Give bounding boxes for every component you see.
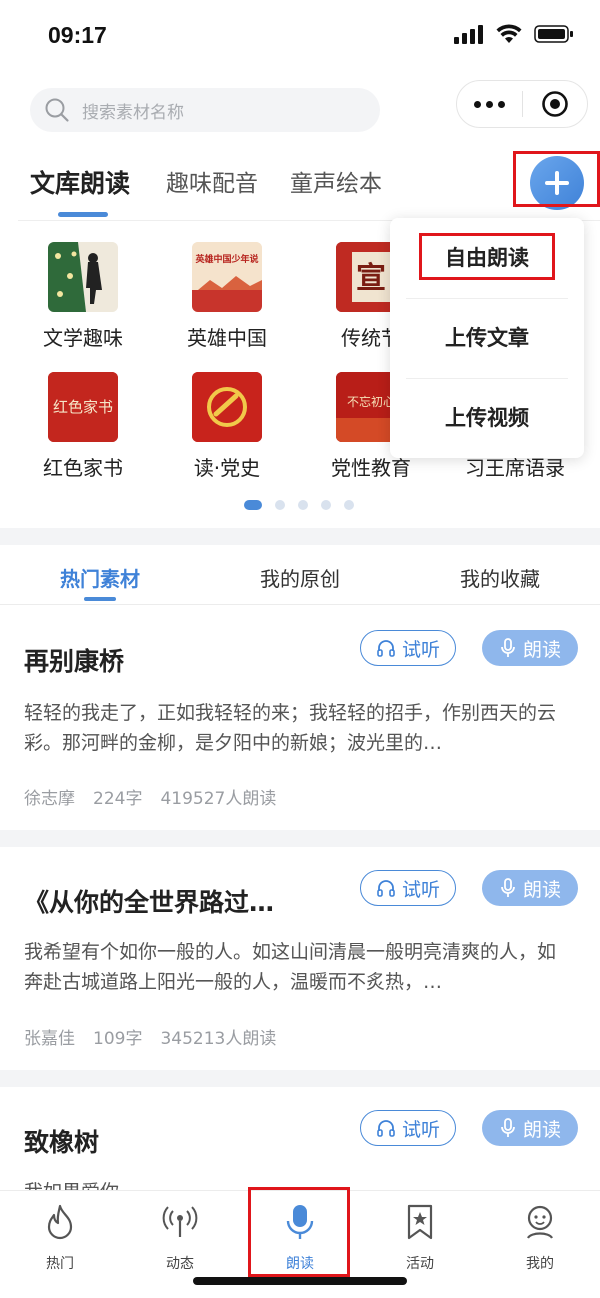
listen-label: 试听 (401, 878, 440, 901)
microphone-icon (501, 1118, 515, 1137)
target-close-icon (542, 91, 568, 117)
category-heroes-china[interactable]: 英雄中国少年说 英雄中国 (157, 242, 297, 351)
search-icon (45, 98, 69, 122)
miniprogram-capsule (456, 80, 588, 128)
page-dot[interactable] (321, 500, 331, 510)
material-meta: 张嘉佳 109字 345213人朗读 (24, 1024, 294, 1049)
listen-label: 试听 (401, 1118, 440, 1141)
material-title: 再别康桥 (24, 647, 125, 676)
category-literature[interactable]: 文学趣味 (13, 242, 153, 351)
headphones-icon (377, 880, 395, 897)
read-count: 345213人朗读 (160, 1029, 277, 1049)
tabbar-label: 活动 (406, 1256, 434, 1272)
tabbar-label: 热门 (46, 1256, 74, 1272)
tabbar-me[interactable]: 我的 (480, 1203, 600, 1273)
category-thumbnail (48, 242, 118, 312)
read-button[interactable]: 朗读 (482, 870, 578, 906)
material-meta: 徐志摩 224字 419527人朗读 (24, 784, 294, 809)
cellular-signal-icon (454, 25, 483, 44)
carousel-pagination (244, 500, 354, 510)
highlight-box-free-reading (419, 233, 555, 280)
category-label: 读·党史 (193, 456, 261, 480)
tab-fun-dubbing[interactable]: 趣味配音 (166, 164, 258, 198)
tabbar-hot[interactable]: 热门 (0, 1203, 120, 1273)
tabbar-events[interactable]: 活动 (360, 1203, 480, 1273)
material-excerpt: 轻轻的我走了，正如我轻轻的来；我轻轻的招手，作别西天的云彩。那河畔的金柳，是夕阳… (24, 702, 557, 754)
more-options-button[interactable] (457, 100, 522, 108)
category-thumbnail: 红色家书 (48, 372, 118, 442)
highlight-box-add-button (513, 151, 600, 207)
read-label: 朗读 (522, 878, 561, 901)
listen-button[interactable]: 试听 (360, 870, 456, 906)
category-label: 文学趣味 (43, 326, 123, 350)
read-button[interactable]: 朗读 (482, 1110, 578, 1146)
category-party-history[interactable]: 读·党史 (157, 372, 297, 481)
status-time: 09:17 (48, 22, 107, 48)
category-red-family-letters[interactable]: 红色家书 红色家书 (13, 372, 153, 481)
close-miniprogram-button[interactable] (523, 90, 587, 118)
material-title: 致橡树 (24, 1128, 100, 1157)
status-bar: 09:17 (0, 0, 600, 80)
broadcast-icon (162, 1206, 198, 1237)
word-count: 224字 (93, 789, 143, 809)
author: 张嘉佳 (24, 1029, 75, 1049)
more-dots-icon (474, 100, 481, 108)
home-indicator (193, 1277, 407, 1285)
battery-icon (534, 25, 573, 43)
microphone-icon (501, 638, 515, 657)
thumb-text: 英雄中国少年说 (194, 253, 258, 265)
thumb-text: 红色家书 (53, 398, 113, 416)
top-tabs: 文库朗读 趣味配音 童声绘本 (0, 150, 600, 220)
menu-item-upload-video[interactable]: 上传视频 (390, 378, 584, 458)
search-placeholder: 搜索素材名称 (82, 102, 184, 123)
category-thumbnail: 英雄中国少年说 (192, 242, 262, 312)
category-thumbnail (192, 372, 262, 442)
read-label: 朗读 (522, 1118, 561, 1141)
listen-button[interactable]: 试听 (360, 1110, 456, 1146)
microphone-icon (501, 878, 515, 897)
headphones-icon (377, 640, 395, 657)
tab-my-originals[interactable]: 我的原创 (230, 563, 370, 592)
word-count: 109字 (93, 1029, 143, 1049)
user-face-icon (527, 1205, 553, 1239)
material-excerpt: 我希望有个如你一般的人。如这山间清晨一般明亮清爽的人，如奔赴古城道路上阳光一般的… (24, 941, 557, 993)
bookmark-star-icon (407, 1204, 433, 1240)
active-tab-indicator (58, 212, 108, 217)
material-card[interactable]: 《从你的全世界路过… 试听 朗读 我希望有个如你一般的人。如这山间清晨一般明亮清… (0, 847, 600, 1070)
flame-icon (47, 1204, 73, 1240)
read-button[interactable]: 朗读 (482, 630, 578, 666)
headphones-icon (377, 1120, 395, 1137)
wifi-icon (496, 24, 522, 43)
listen-label: 试听 (401, 638, 440, 661)
material-card[interactable]: 致橡树 试听 朗读 我如果爱你—— (0, 1087, 600, 1190)
status-icons (454, 24, 574, 44)
tab-library-reading[interactable]: 文库朗读 (30, 164, 130, 200)
thumb-text: 不忘初心 (347, 394, 395, 409)
author: 徐志摩 (24, 789, 75, 809)
thumb-text: 宣 (356, 261, 386, 296)
sub-tab-indicator (84, 597, 116, 601)
page-dot[interactable] (275, 500, 285, 510)
tab-kids-picture-books[interactable]: 童声绘本 (290, 164, 382, 198)
highlight-box-read-tab (248, 1187, 350, 1277)
material-card[interactable]: 再别康桥 试听 朗读 轻轻的我走了，正如我轻轻的来；我轻轻的招手，作别西天的云彩… (0, 606, 600, 830)
search-input[interactable]: 搜索素材名称 (30, 88, 380, 132)
page-dot-active[interactable] (244, 500, 262, 510)
listen-button[interactable]: 试听 (360, 630, 456, 666)
material-title: 《从你的全世界路过… (24, 888, 275, 917)
tabbar-activity-feed[interactable]: 动态 (120, 1203, 240, 1273)
tabbar-label: 我的 (526, 1256, 554, 1272)
menu-item-upload-article[interactable]: 上传文章 (390, 298, 584, 378)
tab-hot-materials[interactable]: 热门素材 (30, 563, 170, 592)
read-count: 419527人朗读 (160, 789, 277, 809)
tab-my-favorites[interactable]: 我的收藏 (430, 563, 570, 592)
page-dot[interactable] (344, 500, 354, 510)
page-dot[interactable] (298, 500, 308, 510)
category-label: 红色家书 (43, 456, 123, 480)
tabbar-label: 动态 (166, 1256, 194, 1272)
material-tabs: 热门素材 我的原创 我的收藏 (0, 545, 600, 605)
read-label: 朗读 (522, 638, 561, 661)
category-label: 英雄中国 (187, 326, 267, 350)
